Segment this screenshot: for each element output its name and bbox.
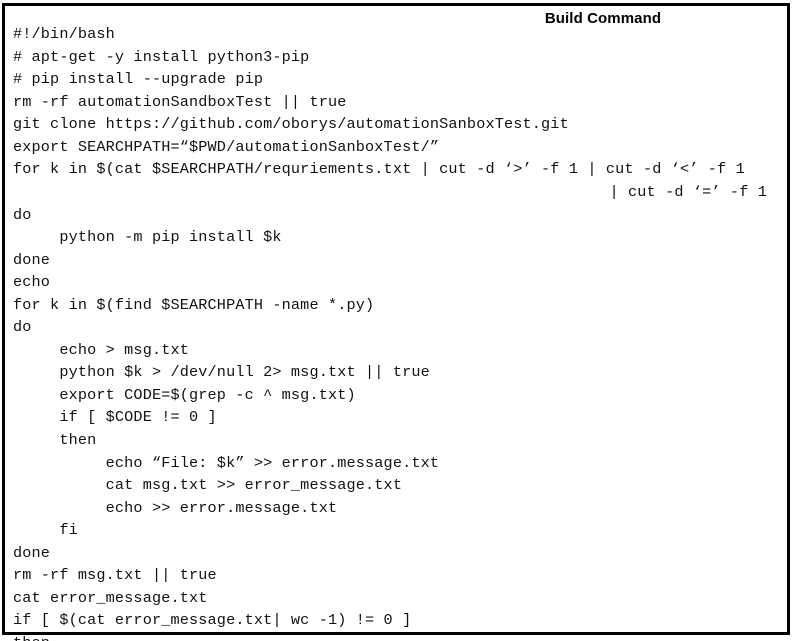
code-line-if-wc: if [ $(cat error_message.txt| wc -1) != … (13, 611, 412, 630)
code-line-echo-msg: echo > msg.txt (13, 340, 190, 359)
code-line-then-1: then (13, 431, 97, 450)
code-line-rm-msg: rm -rf msg.txt || true (13, 566, 217, 585)
code-line-for-requirements: for k in $(cat $SEARCHPATH/requriements.… (13, 160, 745, 179)
code-line-export-code: export CODE=$(grep -c ^ msg.txt) (13, 385, 356, 404)
code-line-echo-blank-err: echo >> error.message.txt (13, 498, 338, 517)
code-line-fi-1: fi (13, 521, 78, 540)
code-line-python-run: python $k > /dev/null 2> msg.txt || true (13, 363, 430, 382)
code-line-if-code: if [ $CODE != 0 ] (13, 408, 217, 427)
code-line-do-1: do (13, 205, 32, 224)
code-line-apt-get-comment: # apt-get -y install python3-pip (13, 47, 310, 66)
code-line-echo-1: echo (13, 273, 51, 292)
code-line-done-1: done (13, 250, 51, 269)
code-line-shebang: #!/bin/bash (13, 25, 115, 44)
code-line-then-2: then (13, 632, 775, 641)
code-line-do-2: do (13, 318, 32, 337)
code-line-pip-install-k: python -m pip install $k (13, 228, 282, 247)
code-line-cat-msg: cat msg.txt >> error_message.txt (13, 476, 403, 495)
code-line-pip-upgrade-comment: # pip install --upgrade pip (13, 70, 264, 89)
code-line-for-find-py: for k in $(find $SEARCHPATH -name *.py) (13, 295, 375, 314)
code-line-rm-sandbox: rm -rf automationSandboxTest || true (13, 92, 347, 111)
bash-script-listing: #!/bin/bash # apt-get -y install python3-… (13, 23, 775, 641)
code-line-for-requirements-cont: | cut -d ‘=’ -f 1 (609, 183, 767, 202)
code-line-echo-file: echo “File: $k” >> error.message.txt (13, 453, 440, 472)
code-line-export-searchpath: export SEARCHPATH=“$PWD/automationSanbox… (13, 137, 440, 156)
code-line-git-clone: git clone https://github.com/oborys/auto… (13, 115, 569, 134)
code-line-done-2: done (13, 543, 51, 562)
build-command-figure: Build Command #!/bin/bash # apt-get -y in… (0, 0, 796, 641)
code-line-cat-error: cat error_message.txt (13, 588, 208, 607)
